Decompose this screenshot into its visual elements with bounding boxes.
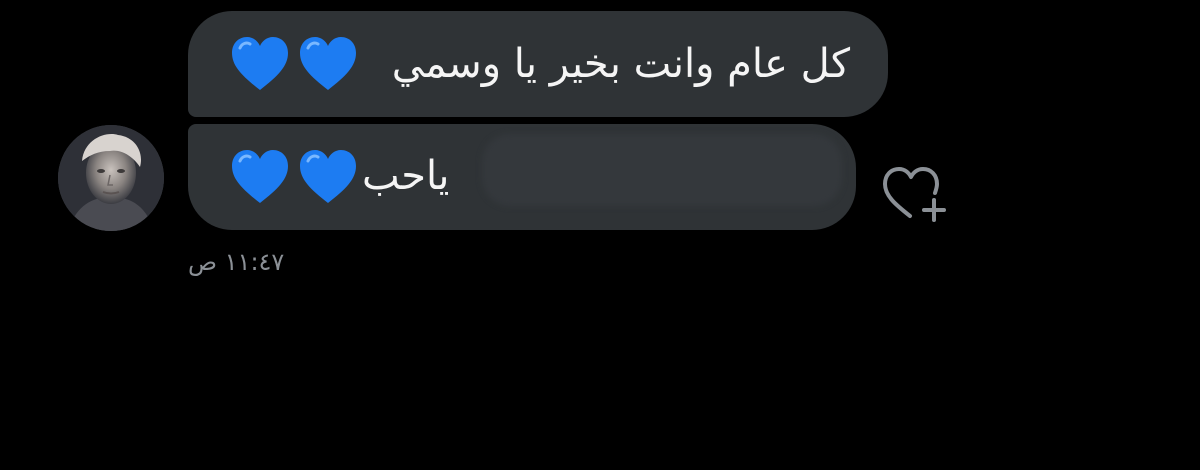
blue-heart-icon bbox=[232, 150, 288, 203]
redacted-name-blur bbox=[482, 134, 842, 206]
blue-heart-icon bbox=[300, 37, 356, 90]
add-reaction-button[interactable] bbox=[880, 164, 950, 226]
avatar-photo bbox=[58, 125, 164, 231]
message-2-text: ياحب bbox=[362, 153, 450, 199]
heart-plus-icon bbox=[883, 167, 946, 222]
message-timestamp: ١١:٤٧ ص bbox=[188, 248, 285, 276]
message-1-text: كل عام وانت بخير يا وسمي bbox=[391, 41, 850, 87]
chat-screen: كل عام وانت بخير يا وسمي ياحب ١١:٤٧ ص bbox=[0, 0, 1200, 470]
sender-avatar[interactable] bbox=[58, 125, 164, 231]
message-2-emojis bbox=[228, 147, 360, 207]
message-1-emojis bbox=[228, 34, 360, 94]
blue-heart-icon bbox=[300, 150, 356, 203]
message-bubble-1[interactable]: كل عام وانت بخير يا وسمي bbox=[188, 11, 888, 117]
blue-heart-icon bbox=[232, 37, 288, 90]
